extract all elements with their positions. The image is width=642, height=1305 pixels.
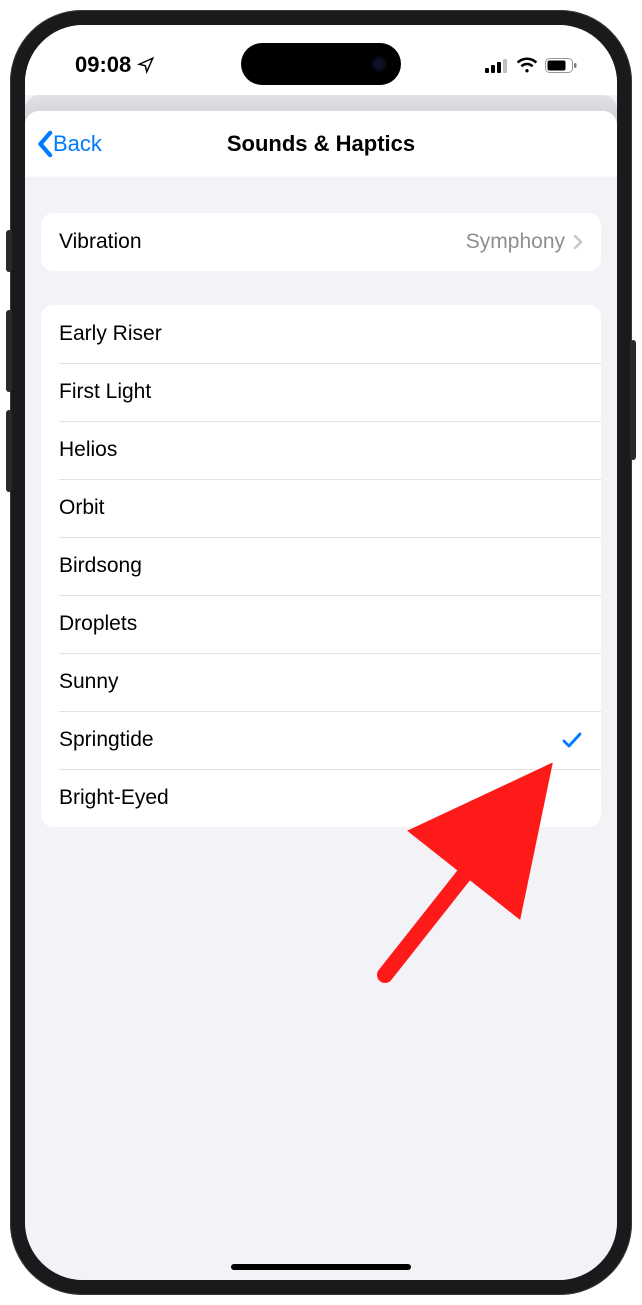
- mute-switch: [6, 230, 12, 272]
- front-camera: [371, 56, 387, 72]
- chevron-right-icon: [573, 234, 583, 250]
- screen: 09:08: [25, 25, 617, 1280]
- cellular-icon: [485, 58, 509, 73]
- sound-label: First Light: [59, 380, 151, 404]
- sound-label: Sunny: [59, 670, 119, 694]
- sound-option[interactable]: Droplets: [41, 595, 601, 653]
- wifi-icon: [516, 57, 538, 73]
- dynamic-island: [241, 43, 401, 85]
- back-button[interactable]: Back: [31, 111, 108, 176]
- settings-sheet: Back Sounds & Haptics Vibration Symphony: [25, 111, 617, 1280]
- checkmark-icon: [561, 730, 583, 750]
- sound-option[interactable]: Early Riser: [41, 305, 601, 363]
- sound-option[interactable]: Helios: [41, 421, 601, 479]
- location-icon: [137, 56, 155, 74]
- phone-frame: 09:08: [10, 10, 632, 1295]
- sound-option[interactable]: First Light: [41, 363, 601, 421]
- vibration-cell[interactable]: Vibration Symphony: [41, 213, 601, 271]
- home-indicator[interactable]: [231, 1264, 411, 1270]
- back-label: Back: [53, 131, 102, 157]
- sound-option[interactable]: Birdsong: [41, 537, 601, 595]
- volume-down-button: [6, 410, 12, 492]
- volume-up-button: [6, 310, 12, 392]
- sound-option[interactable]: Sunny: [41, 653, 601, 711]
- sound-option[interactable]: Bright-Eyed: [41, 769, 601, 827]
- vibration-group: Vibration Symphony: [41, 213, 601, 271]
- power-button: [630, 340, 636, 460]
- status-time: 09:08: [75, 52, 131, 78]
- battery-icon: [545, 58, 577, 73]
- sounds-group: Early Riser First Light Helios Orbit Birdson…: [41, 305, 601, 827]
- sound-label: Birdsong: [59, 554, 142, 578]
- vibration-value: Symphony: [466, 230, 565, 254]
- sound-label: Bright-Eyed: [59, 786, 169, 810]
- sound-label: Early Riser: [59, 322, 162, 346]
- sound-label: Springtide: [59, 728, 154, 752]
- nav-bar: Back Sounds & Haptics: [25, 111, 617, 177]
- sound-option[interactable]: Orbit: [41, 479, 601, 537]
- page-title: Sounds & Haptics: [227, 131, 415, 157]
- vibration-label: Vibration: [59, 230, 142, 254]
- sound-label: Droplets: [59, 612, 137, 636]
- sound-label: Orbit: [59, 496, 105, 520]
- sound-option[interactable]: Springtide: [41, 711, 601, 769]
- sound-label: Helios: [59, 438, 117, 462]
